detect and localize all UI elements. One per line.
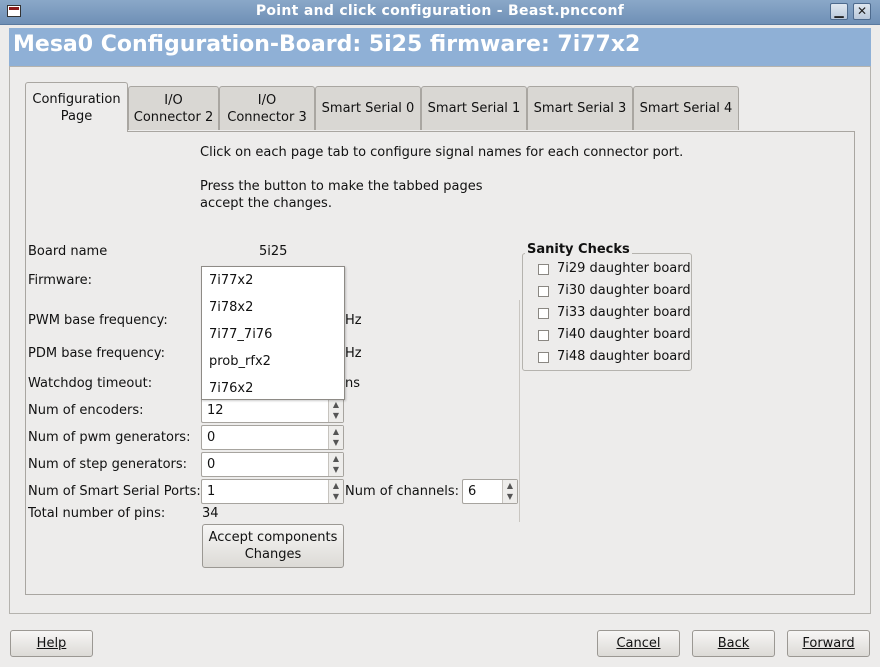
board-name-label: Board name xyxy=(28,244,108,259)
encoders-label: Num of encoders: xyxy=(28,403,144,418)
pwm-generators-spinbox[interactable]: 0 ▲ ▼ xyxy=(201,425,344,450)
daughter-board-7i48-checkbox[interactable] xyxy=(538,352,549,363)
pwm-generators-value: 0 xyxy=(207,430,216,445)
total-pins-label: Total number of pins: xyxy=(28,506,166,521)
instruction-text: accept the changes. xyxy=(200,196,332,211)
checkbox-label[interactable]: 7i30 daughter board xyxy=(557,283,691,298)
watchdog-timeout-unit: ns xyxy=(345,376,361,391)
pwm-generators-label: Num of pwm generators: xyxy=(28,430,191,445)
pwm-frequency-unit: Hz xyxy=(345,313,362,328)
chevron-up-icon[interactable]: ▲ xyxy=(329,399,343,410)
step-generators-label: Num of step generators: xyxy=(28,457,188,472)
smart-serial-ports-value: 1 xyxy=(207,484,216,499)
smart-serial-ports-label: Num of Smart Serial Ports: xyxy=(28,484,201,499)
spin-arrows[interactable]: ▲ ▼ xyxy=(328,399,343,422)
tab-configuration-page[interactable]: Configuration Page xyxy=(25,82,128,132)
tab-label: Smart Serial 0 xyxy=(321,101,415,116)
checkbox-label[interactable]: 7i33 daughter board xyxy=(557,305,691,320)
encoders-value: 12 xyxy=(207,403,224,418)
checkbox-label[interactable]: 7i29 daughter board xyxy=(557,261,691,276)
step-generators-spinbox[interactable]: 0 ▲ ▼ xyxy=(201,452,344,477)
tab-label: Connector 3 xyxy=(227,109,307,125)
daughter-board-7i29-checkbox[interactable] xyxy=(538,264,549,275)
smart-serial-ports-spinbox[interactable]: 1 ▲ ▼ xyxy=(201,479,344,504)
firmware-option[interactable]: 7i78x2 xyxy=(209,300,253,315)
button-label: Changes xyxy=(244,547,302,562)
chevron-down-icon[interactable]: ▼ xyxy=(329,437,343,448)
button-label: Back xyxy=(717,636,750,651)
vertical-separator xyxy=(519,300,520,522)
tab-panel xyxy=(25,131,855,595)
back-button[interactable]: Back xyxy=(692,630,775,657)
instruction-text: Press the button to make the tabbed page… xyxy=(200,179,483,194)
button-label: Cancel xyxy=(616,636,661,651)
spin-arrows[interactable]: ▲ ▼ xyxy=(502,480,517,503)
watchdog-timeout-label: Watchdog timeout: xyxy=(28,376,153,391)
help-button[interactable]: Help xyxy=(10,630,93,657)
spin-arrows[interactable]: ▲ ▼ xyxy=(328,480,343,503)
close-window-button[interactable]: ✕ xyxy=(853,3,871,20)
daughter-board-7i30-checkbox[interactable] xyxy=(538,286,549,297)
tab-smart-serial-3[interactable]: Smart Serial 3 xyxy=(527,86,633,130)
checkbox-label[interactable]: 7i40 daughter board xyxy=(557,327,691,342)
daughter-board-7i33-checkbox[interactable] xyxy=(538,308,549,319)
daughter-board-7i40-checkbox[interactable] xyxy=(538,330,549,341)
chevron-down-icon[interactable]: ▼ xyxy=(329,491,343,502)
app-menu-icon[interactable] xyxy=(7,5,21,17)
encoders-spinbox[interactable]: 12 ▲ ▼ xyxy=(201,398,344,423)
tab-label: I/O xyxy=(164,92,183,108)
button-label: Accept components xyxy=(208,530,338,545)
pwm-frequency-label: PWM base frequency: xyxy=(28,313,168,328)
chevron-up-icon[interactable]: ▲ xyxy=(503,480,517,491)
channels-value: 6 xyxy=(468,484,477,499)
firmware-option[interactable]: 7i77x2 xyxy=(209,273,253,288)
chevron-up-icon[interactable]: ▲ xyxy=(329,480,343,491)
header-title: Mesa0 Configuration-Board: 5i25 firmware… xyxy=(13,32,641,57)
firmware-option[interactable]: 7i77_7i76 xyxy=(209,327,272,342)
firmware-option[interactable]: prob_rfx2 xyxy=(209,354,271,369)
tab-label: Smart Serial 4 xyxy=(639,101,733,116)
window-title: Point and click configuration - Beast.pn… xyxy=(255,3,625,19)
button-label: Help xyxy=(36,636,67,651)
tab-smart-serial-1[interactable]: Smart Serial 1 xyxy=(421,86,527,130)
tab-label: Smart Serial 1 xyxy=(427,101,521,116)
sanity-checks-title: Sanity Checks xyxy=(525,242,632,257)
chevron-down-icon[interactable]: ▼ xyxy=(329,410,343,421)
pdm-frequency-label: PDM base frequency: xyxy=(28,346,165,361)
firmware-option[interactable]: 7i76x2 xyxy=(209,381,253,396)
firmware-dropdown-list[interactable]: 7i77x2 7i78x2 7i77_7i76 prob_rfx2 7i76x2 xyxy=(201,266,345,400)
step-generators-value: 0 xyxy=(207,457,216,472)
header-banner: Mesa0 Configuration-Board: 5i25 firmware… xyxy=(9,28,871,66)
channels-spinbox[interactable]: 6 ▲ ▼ xyxy=(462,479,518,504)
minimize-button[interactable]: ▁ xyxy=(830,3,848,20)
tab-label: Configuration xyxy=(32,91,121,107)
chevron-down-icon[interactable]: ▼ xyxy=(329,464,343,475)
tab-label: Page xyxy=(60,108,93,124)
forward-button[interactable]: Forward xyxy=(787,630,870,657)
tab-io-connector-3[interactable]: I/O Connector 3 xyxy=(219,86,315,130)
tab-label: Smart Serial 3 xyxy=(533,101,627,116)
chevron-up-icon[interactable]: ▲ xyxy=(329,426,343,437)
chevron-down-icon[interactable]: ▼ xyxy=(503,491,517,502)
pdm-frequency-unit: Hz xyxy=(345,346,362,361)
channels-label: Num of channels: xyxy=(345,484,460,499)
tab-label: I/O xyxy=(257,92,277,108)
tab-smart-serial-4[interactable]: Smart Serial 4 xyxy=(633,86,739,130)
accept-components-button[interactable]: Accept components Changes xyxy=(202,524,344,568)
button-label: Forward xyxy=(802,636,855,651)
title-bar: Point and click configuration - Beast.pn… xyxy=(0,0,880,25)
cancel-button[interactable]: Cancel xyxy=(597,630,680,657)
checkbox-label[interactable]: 7i48 daughter board xyxy=(557,349,691,364)
instruction-text: Click on each page tab to configure sign… xyxy=(200,145,684,160)
tab-label: Connector 2 xyxy=(133,109,214,125)
board-name-value: 5i25 xyxy=(259,244,288,259)
total-pins-value: 34 xyxy=(202,506,219,521)
firmware-label: Firmware: xyxy=(28,273,92,288)
tab-smart-serial-0[interactable]: Smart Serial 0 xyxy=(315,86,421,130)
tab-io-connector-2[interactable]: I/O Connector 2 xyxy=(128,86,219,130)
spin-arrows[interactable]: ▲ ▼ xyxy=(328,426,343,449)
chevron-up-icon[interactable]: ▲ xyxy=(329,453,343,464)
spin-arrows[interactable]: ▲ ▼ xyxy=(328,453,343,476)
